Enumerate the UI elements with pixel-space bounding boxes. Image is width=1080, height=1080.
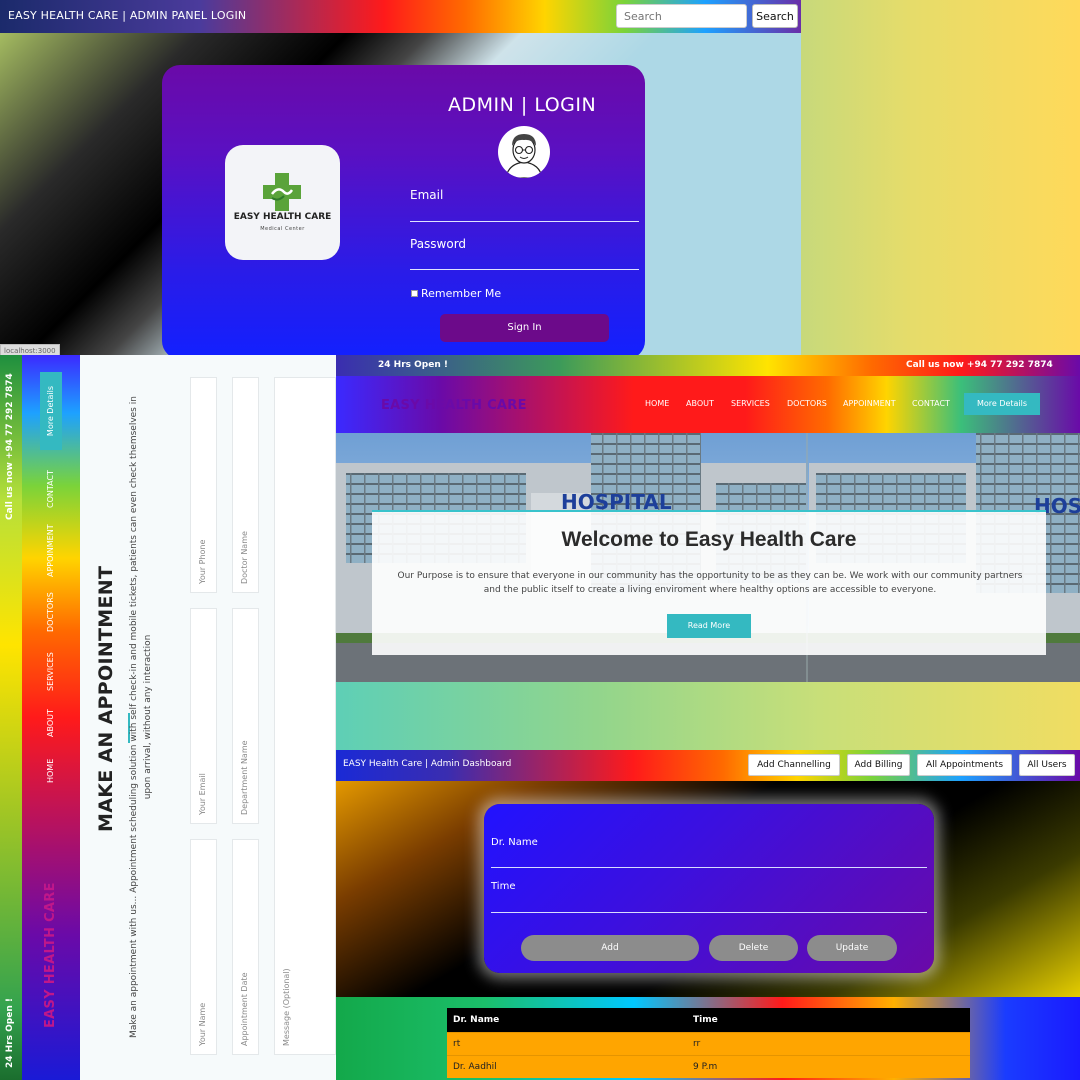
more-details-button[interactable]: More Details xyxy=(40,372,62,450)
delete-button[interactable]: Delete xyxy=(709,935,798,961)
nav-home[interactable]: HOME xyxy=(645,399,669,408)
open-hours-text: 24 Hrs Open ! xyxy=(378,360,448,370)
hero-text: Our Purpose is to ensure that everyone i… xyxy=(397,571,1023,595)
password-label: Password xyxy=(410,237,467,251)
site-logo: EASY HEALTH CARE xyxy=(43,882,58,1028)
nav-home[interactable]: HOME xyxy=(46,759,55,783)
cell-time: 9 P.m xyxy=(693,1062,718,1072)
header-time: Time xyxy=(693,1015,718,1025)
phone-placeholder: Your Phone xyxy=(198,539,207,584)
nav-doctors[interactable]: DOCTORS xyxy=(787,399,827,408)
add-button[interactable]: Add xyxy=(521,935,699,961)
cell-doctor-name: Dr. Aadhil xyxy=(453,1062,497,1072)
table-row[interactable]: Dr. Aadhil 9 P.m xyxy=(447,1055,970,1078)
login-title: ADMIN | LOGIN xyxy=(448,94,597,116)
date-input[interactable]: Appointment Date xyxy=(232,839,259,1055)
open-hours-text: 24 Hrs Open ! xyxy=(5,998,15,1068)
login-brand-title: EASY HEALTH CARE | ADMIN PANEL LOGIN xyxy=(8,9,247,22)
add-channelling-button[interactable]: Add Channelling xyxy=(748,754,840,776)
landing-topbar: 24 Hrs Open ! Call us now +94 77 292 787… xyxy=(336,355,1080,376)
appointment-description: Make an appointment with us... Appointme… xyxy=(129,396,153,1038)
read-more-button[interactable]: Read More xyxy=(667,614,751,638)
call-us-text: Call us now +94 77 292 7874 xyxy=(906,360,1053,370)
email-input[interactable]: Your Email xyxy=(190,608,217,824)
doctor-name-label: Dr. Name xyxy=(491,837,538,848)
remember-label: Remember Me xyxy=(421,287,502,300)
password-field[interactable] xyxy=(410,269,639,270)
time-field[interactable] xyxy=(491,912,927,913)
remember-me[interactable]: Remember Me xyxy=(411,287,501,300)
appointment-title: MAKE AN APPOINTMENT xyxy=(95,565,117,832)
header-doctor-name: Dr. Name xyxy=(453,1015,500,1025)
hero-title: Welcome to Easy Health Care xyxy=(561,528,857,551)
department-placeholder: Department Name xyxy=(240,740,249,815)
background-strip xyxy=(800,0,1080,355)
remember-checkbox[interactable] xyxy=(411,290,418,297)
appointment-navbar: EASY HEALTH CARE HOME ABOUT SERVICES DOC… xyxy=(22,355,80,1080)
landing-navbar: EASY HEALTH CARE HOME ABOUT SERVICES DOC… xyxy=(336,376,1080,433)
add-billing-button[interactable]: Add Billing xyxy=(847,754,910,776)
table-header: Dr. Name Time xyxy=(447,1008,970,1032)
all-appointments-button[interactable]: All Appointments xyxy=(917,754,1012,776)
appointment-topbar: 24 Hrs Open ! Call us now +94 77 292 787… xyxy=(0,355,22,1080)
search-button[interactable]: Search xyxy=(752,4,798,28)
dashboard-brand: EASY Health Care | Admin Dashboard xyxy=(343,759,512,769)
cell-time: rr xyxy=(693,1039,701,1049)
date-placeholder: Appointment Date xyxy=(240,972,249,1046)
search-input[interactable] xyxy=(616,4,747,28)
nav-about[interactable]: ABOUT xyxy=(46,709,55,737)
doctor-name-field[interactable] xyxy=(491,867,927,868)
admin-dashboard-panel: EASY Health Care | Admin Dashboard Add C… xyxy=(336,750,1080,1080)
call-us-text: Call us now +94 77 292 7874 xyxy=(5,373,15,520)
nav-services[interactable]: SERVICES xyxy=(46,652,55,691)
sign-in-button[interactable]: Sign In xyxy=(440,314,609,342)
time-label: Time xyxy=(491,881,516,892)
nav-services[interactable]: SERVICES xyxy=(731,399,770,408)
department-input[interactable]: Department Name xyxy=(232,608,259,824)
cell-doctor-name: rt xyxy=(453,1039,461,1049)
landing-panel: 24 Hrs Open ! Call us now +94 77 292 787… xyxy=(336,355,1080,750)
medical-cross-icon xyxy=(263,173,301,211)
name-placeholder: Your Name xyxy=(198,1002,207,1046)
appointment-form-area: MAKE AN APPOINTMENT Make an appointment … xyxy=(80,355,336,1080)
admin-avatar-icon xyxy=(498,126,550,178)
nav-appointment[interactable]: APPOINMENT xyxy=(843,399,896,408)
admin-login-panel: EASY HEALTH CARE | ADMIN PANEL LOGIN Sea… xyxy=(0,0,801,355)
doctor-placeholder: Doctor Name xyxy=(240,531,249,584)
nav-contact[interactable]: CONTACT xyxy=(46,470,55,508)
table-row[interactable]: rt rr xyxy=(447,1032,970,1055)
nav-doctors[interactable]: DOCTORS xyxy=(46,592,55,632)
nav-contact[interactable]: CONTACT xyxy=(912,399,950,408)
all-users-button[interactable]: All Users xyxy=(1019,754,1075,776)
logo-name: EASY HEALTH CARE xyxy=(233,212,332,222)
site-logo: EASY HEALTH CARE xyxy=(381,398,527,413)
name-input[interactable]: Your Name xyxy=(190,839,217,1055)
nav-appointment[interactable]: APPOINMENT xyxy=(46,524,55,577)
update-button[interactable]: Update xyxy=(807,935,897,961)
message-placeholder: Message (Optional) xyxy=(282,968,291,1046)
appointment-panel: 24 Hrs Open ! Call us now +94 77 292 787… xyxy=(0,355,336,1080)
email-label: Email xyxy=(410,188,444,202)
message-textarea[interactable]: Message (Optional) xyxy=(274,377,336,1055)
nav-about[interactable]: ABOUT xyxy=(686,399,714,408)
channelling-table: Dr. Name Time rt rr Dr. Aadhil 9 P.m xyxy=(447,1008,970,1078)
more-details-button[interactable]: More Details xyxy=(964,393,1040,415)
phone-input[interactable]: Your Phone xyxy=(190,377,217,593)
doctor-input[interactable]: Doctor Name xyxy=(232,377,259,593)
logo-subtitle: Medical Center xyxy=(260,226,305,232)
email-placeholder: Your Email xyxy=(198,773,207,815)
email-field[interactable] xyxy=(410,221,639,222)
